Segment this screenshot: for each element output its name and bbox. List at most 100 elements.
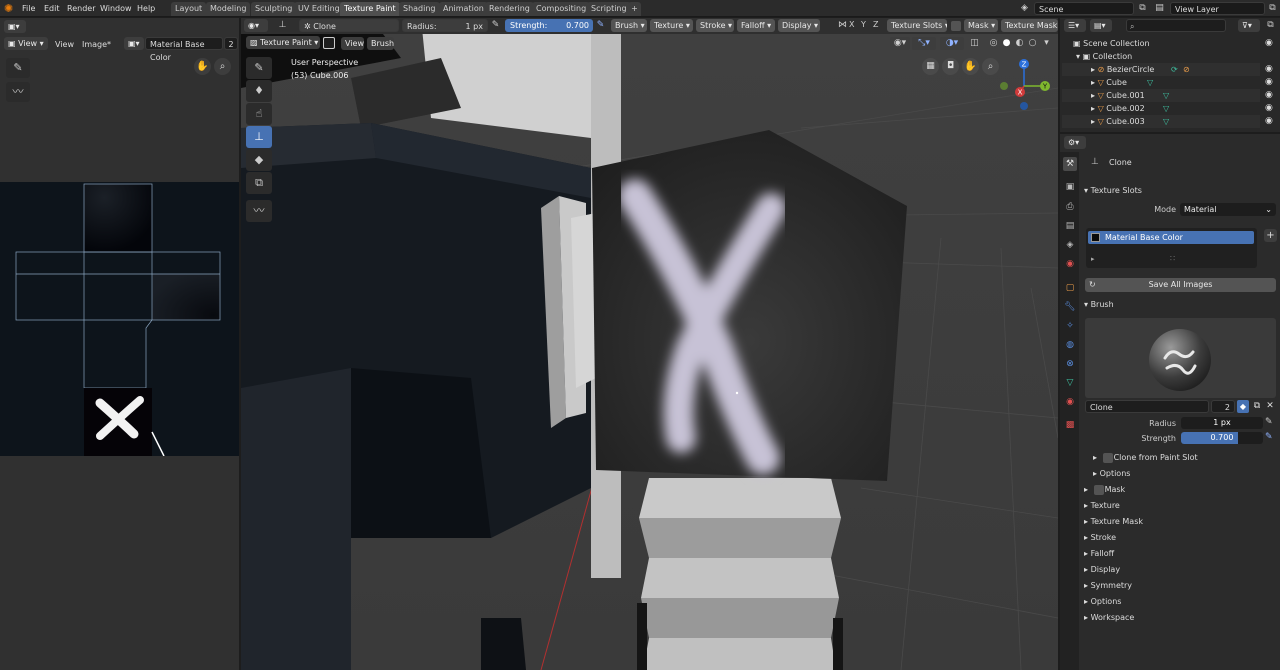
xray-icon[interactable]: ◫ — [968, 37, 981, 50]
add-workspace-button[interactable]: + — [628, 2, 641, 16]
visibility-eye-icon[interactable]: ◉ — [1265, 63, 1273, 76]
particles-tab-icon[interactable]: ✧ — [1063, 319, 1077, 333]
symmetry-panel-header[interactable]: ▸ Symmetry — [1084, 579, 1132, 593]
texture-slots-panel-header[interactable]: ▾ Texture Slots — [1084, 184, 1142, 198]
data-tab-icon[interactable]: ▽ — [1063, 376, 1077, 390]
visibility-eye-icon[interactable]: ◉ — [1265, 89, 1273, 102]
material-tab-icon[interactable]: ◉ — [1063, 395, 1077, 409]
modifier-tab-icon[interactable]: 🔧︎ — [1063, 300, 1077, 314]
tool-soften[interactable]: ♦ — [246, 80, 272, 102]
mode-dropdown[interactable]: Material ⌄ — [1180, 203, 1276, 216]
outliner-item-cube-002[interactable]: ▸ ▽ Cube.002 ▽ — [1091, 102, 1259, 115]
scene-options-icon[interactable]: ⧉ — [1136, 2, 1149, 15]
sample-color-tool[interactable]: ✎ — [6, 58, 30, 78]
strength-pressure-icon[interactable]: ✎ — [594, 19, 607, 32]
display-menu[interactable]: Display ▾ — [778, 19, 820, 32]
tab-rendering[interactable]: Rendering — [485, 2, 534, 16]
view-layer-icon[interactable]: ▤ — [1153, 2, 1166, 15]
menu-file[interactable]: File — [22, 2, 35, 15]
gizmo-toggle-icon[interactable]: ⤡▾ — [912, 37, 936, 50]
texture-slot-item[interactable]: Material Base Color — [1088, 231, 1254, 244]
stroke-panel-header[interactable]: ▸ Stroke — [1084, 531, 1116, 545]
visibility-eye-icon[interactable]: ◉ — [1265, 37, 1273, 50]
properties-editor-type[interactable]: ⚙▾ — [1064, 136, 1086, 149]
texture-panel-header[interactable]: ▸ Texture — [1084, 499, 1120, 513]
brush-preview[interactable] — [1085, 318, 1276, 398]
visibility-eye-icon[interactable]: ◉ — [1265, 76, 1273, 89]
tool-clone[interactable]: ⊥ — [246, 126, 272, 148]
mask-menu[interactable]: Mask ▾ — [964, 19, 998, 32]
tool-fill[interactable]: ◆ — [246, 149, 272, 171]
header-strength-slider[interactable]: Strength: 0.700 — [505, 19, 593, 32]
menu-render[interactable]: Render — [67, 2, 95, 15]
pan-hand-icon[interactable]: ✋ — [962, 58, 979, 75]
pan-hand-icon[interactable]: ✋ — [194, 58, 211, 75]
paint-mask-toggle[interactable] — [323, 37, 335, 49]
scene-selector[interactable]: Scene — [1034, 2, 1134, 15]
stroke-menu[interactable]: Stroke ▾ — [696, 19, 734, 32]
clone-from-slot-panel[interactable]: ▸ Clone from Paint Slot — [1093, 451, 1198, 465]
outliner-editor-type[interactable]: ☰▾ — [1064, 19, 1086, 32]
outliner-item-cube-001[interactable]: ▸ ▽ Cube.001 ▽ — [1091, 89, 1259, 102]
fake-user-shield-icon[interactable]: ◆ — [1237, 400, 1249, 413]
scene-icon[interactable]: ◈ — [1018, 2, 1031, 15]
save-all-images-button[interactable]: ↻ Save All Images — [1085, 278, 1276, 292]
visibility-icon[interactable]: ◉▾ — [890, 37, 910, 50]
radius-pressure-icon[interactable]: ✎ — [1265, 417, 1276, 427]
mode-selector[interactable]: ▨ Texture Paint ▾ — [246, 36, 320, 49]
image-browse-button[interactable]: ▣▾ — [124, 37, 144, 50]
menu-window[interactable]: Window — [100, 2, 132, 15]
strength-slider[interactable]: 0.700 — [1181, 432, 1263, 444]
texture-mask-panel-header[interactable]: ▸ Texture Mask — [1084, 515, 1143, 529]
texture-menu[interactable]: Texture ▾ — [650, 19, 693, 32]
object-tab-icon[interactable]: ▢ — [1063, 281, 1077, 295]
mirror-x-toggle[interactable]: X — [849, 20, 860, 29]
brush-name-field[interactable]: ✲ Clone — [299, 19, 399, 32]
viewport-brush-menu[interactable]: Brush — [367, 37, 394, 50]
outliner-item-beziercircle[interactable]: ▸ ⊘ BezierCircle ⟳ ⊘ — [1091, 63, 1259, 76]
texture-tab-icon[interactable]: ▩ — [1063, 418, 1077, 432]
mirror-z-toggle[interactable]: Z — [873, 20, 884, 29]
tool-tab-icon[interactable]: ⚒ — [1063, 157, 1077, 171]
outliner-search-input[interactable]: ⌕ — [1126, 19, 1226, 32]
viewport-view-menu[interactable]: View — [341, 37, 364, 50]
tab-shading[interactable]: Shading — [399, 2, 440, 16]
image-view-menu[interactable]: ▣ View ▾ — [4, 37, 48, 50]
strength-pressure-icon[interactable]: ✎ — [1265, 432, 1276, 442]
outliner-item-cube[interactable]: ▸ ▽ Cube ▽ — [1091, 76, 1259, 89]
solid-shading-icon[interactable]: ● — [1000, 37, 1013, 50]
annotate-tool[interactable]: 〰 — [6, 82, 30, 102]
falloff-menu[interactable]: Falloff ▾ — [737, 19, 775, 32]
tab-modeling[interactable]: Modeling — [206, 2, 251, 16]
brush-users-count[interactable]: 2 — [1211, 400, 1235, 413]
tab-uv-editing[interactable]: UV Editing — [294, 2, 344, 16]
visibility-eye-icon[interactable]: ◉ — [1265, 102, 1273, 115]
workspace-panel-header[interactable]: ▸ Workspace — [1084, 611, 1134, 625]
tab-sculpting[interactable]: Sculpting — [251, 2, 297, 16]
grid-view-icon[interactable]: ▦ — [922, 58, 939, 75]
material-shading-icon[interactable]: ◐ — [1013, 37, 1026, 50]
overlay-toggle-icon[interactable]: ◑▾ — [940, 37, 964, 50]
new-collection-icon[interactable]: ⧉ — [1264, 19, 1277, 32]
tab-texture-paint[interactable]: Texture Paint — [340, 2, 400, 16]
radius-pressure-icon[interactable]: ✎ — [489, 19, 502, 32]
tab-scripting[interactable]: Scripting — [587, 2, 631, 16]
tool-smear[interactable]: ☝ — [246, 103, 272, 125]
output-tab-icon[interactable]: ⎙ — [1063, 200, 1077, 214]
display-panel-header[interactable]: ▸ Display — [1084, 563, 1120, 577]
options-panel-header[interactable]: ▸ Options — [1084, 595, 1121, 609]
brush-menu[interactable]: Brush ▾ — [611, 19, 647, 32]
brush-datablock-name[interactable]: Clone — [1085, 400, 1209, 413]
tool-annotate[interactable]: 〰 — [246, 200, 272, 222]
zoom-icon[interactable]: ⌕ — [214, 58, 231, 75]
view-layer-selector[interactable]: View Layer — [1170, 2, 1265, 15]
mask-checkbox[interactable] — [951, 21, 961, 31]
list-expand-icon[interactable]: ▸ — [1091, 255, 1095, 263]
navigation-gizmo[interactable]: Z Y X — [998, 56, 1054, 112]
world-tab-icon[interactable]: ◉ — [1063, 257, 1077, 271]
mask-checkbox[interactable] — [1094, 485, 1104, 495]
tool-mask[interactable]: ⧉ — [246, 172, 272, 194]
physics-tab-icon[interactable]: ◍ — [1063, 338, 1077, 352]
outliner-filter-button[interactable]: ⊽▾ — [1238, 19, 1260, 32]
viewport-editor-type-button[interactable]: ◉▾ — [244, 19, 268, 32]
